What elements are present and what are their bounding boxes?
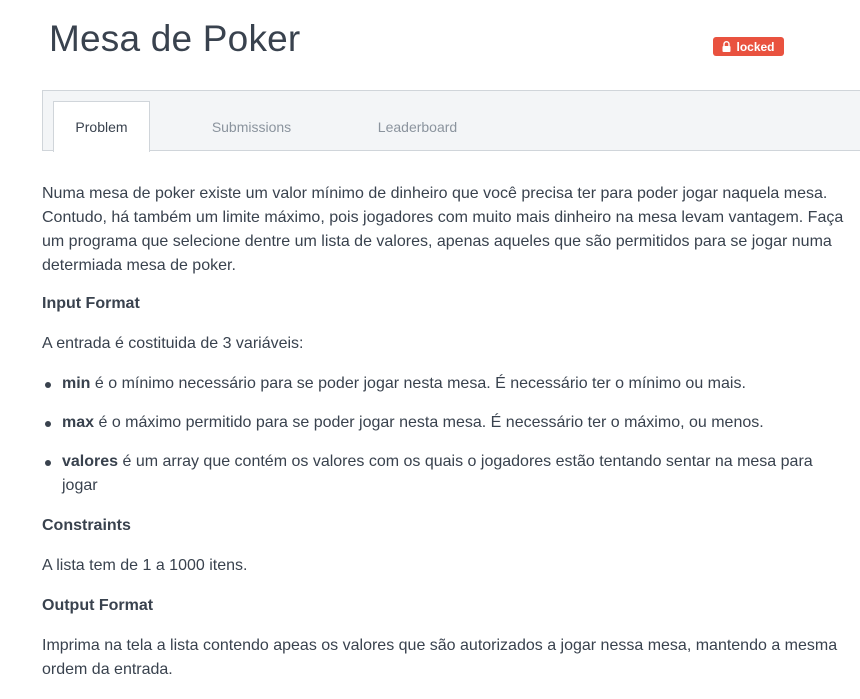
list-item: min é o mínimo necessário para se poder …	[42, 372, 852, 396]
list-item: max é o máximo permitido para se poder j…	[42, 411, 852, 435]
list-item: valores é um array que contém os valores…	[42, 450, 852, 498]
variable-desc: é um array que contém os valores com os …	[62, 453, 813, 494]
output-text: Imprima na tela a lista contendo apeas o…	[42, 637, 838, 678]
variable-name: min	[62, 375, 91, 392]
variable-desc: é o máximo permitido para se poder jogar…	[98, 414, 764, 431]
locked-badge: locked	[713, 37, 784, 56]
badge-label: locked	[736, 39, 775, 54]
problem-content: Numa mesa de poker existe um valor mínim…	[42, 182, 852, 682]
variable-name: valores	[62, 453, 119, 470]
output-format-heading: Output Format	[42, 597, 154, 614]
tab-leaderboard[interactable]: Leaderboard	[355, 101, 480, 152]
variable-desc: é o mínimo necessário para se poder joga…	[94, 375, 746, 392]
input-intro: A entrada é costituida de 3 variáveis:	[42, 335, 304, 352]
variable-name: max	[62, 414, 95, 431]
problem-statement: Numa mesa de poker existe um valor mínim…	[42, 185, 844, 274]
tab-bar: Problem Submissions Leaderboard	[42, 90, 860, 152]
constraints-text: A lista tem de 1 a 1000 itens.	[42, 557, 248, 574]
tab-submissions[interactable]: Submissions	[193, 101, 310, 152]
tab-problem[interactable]: Problem	[53, 101, 150, 152]
page-title: Mesa de Poker	[49, 18, 301, 59]
constraints-heading: Constraints	[42, 517, 131, 534]
input-format-heading: Input Format	[42, 295, 140, 312]
variables-list: min é o mínimo necessário para se poder …	[42, 372, 852, 498]
lock-icon	[722, 41, 731, 52]
